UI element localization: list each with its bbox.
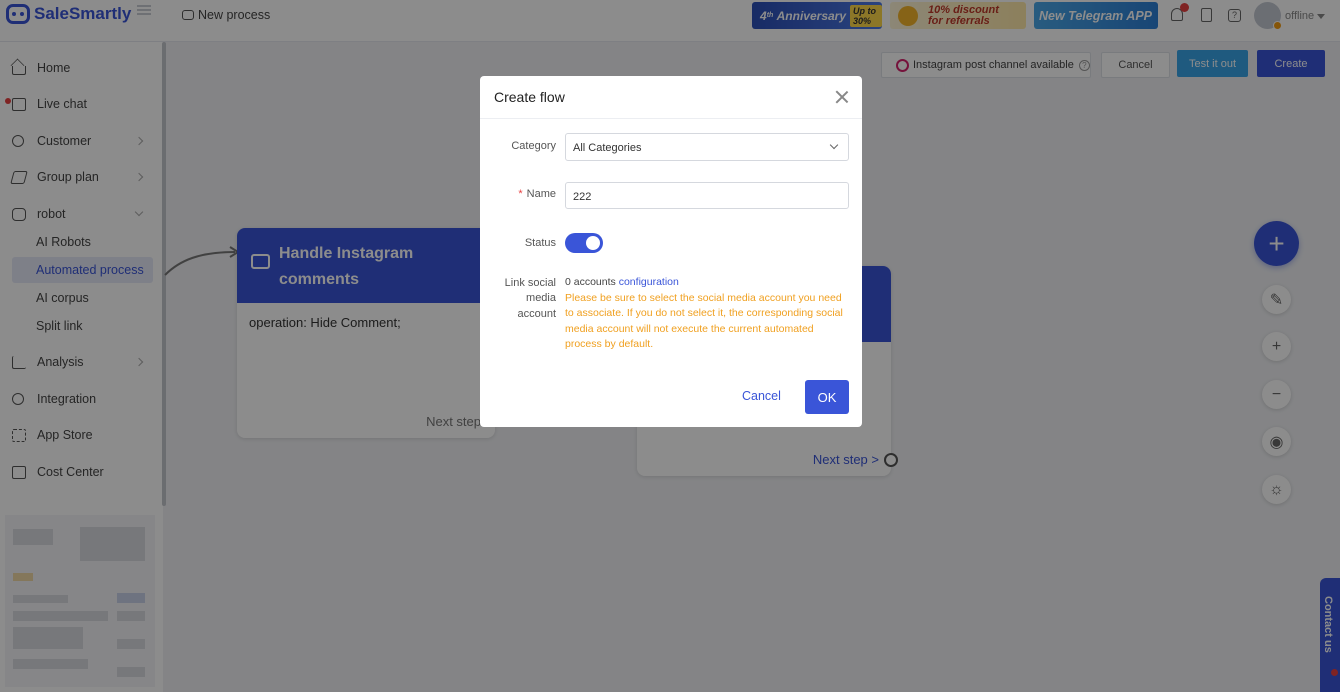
required-mark: * <box>518 188 523 200</box>
category-select[interactable]: All Categories <box>565 133 849 161</box>
name-input[interactable]: 222 <box>565 182 849 209</box>
close-icon[interactable] <box>835 90 849 104</box>
name-label-text: Name <box>526 188 556 200</box>
accounts-info: 0 accounts configuration <box>565 276 679 288</box>
category-label: Category <box>511 140 556 152</box>
status-label: Status <box>524 237 556 249</box>
create-flow-dialog: Create flow Category All Categories * Nam… <box>480 76 862 427</box>
warning-text: Please be sure to select the social medi… <box>565 292 843 350</box>
name-label: * Name <box>518 188 556 200</box>
link-label-line3: account <box>517 307 556 320</box>
toggle-knob <box>586 236 600 250</box>
status-toggle[interactable] <box>565 233 603 253</box>
link-label-line2: media <box>526 292 556 305</box>
category-value: All Categories <box>573 142 642 154</box>
dialog-ok-button[interactable]: OK <box>805 380 849 414</box>
link-social-label: Link social media account <box>505 276 556 322</box>
accounts-count: 0 accounts <box>565 276 616 288</box>
divider <box>480 118 862 119</box>
link-label-line1: Link social <box>504 277 556 289</box>
dialog-cancel-button[interactable]: Cancel <box>742 389 781 403</box>
dialog-title: Create flow <box>494 89 565 105</box>
chevron-down-icon <box>829 140 839 150</box>
configuration-link[interactable]: configuration <box>619 276 679 288</box>
